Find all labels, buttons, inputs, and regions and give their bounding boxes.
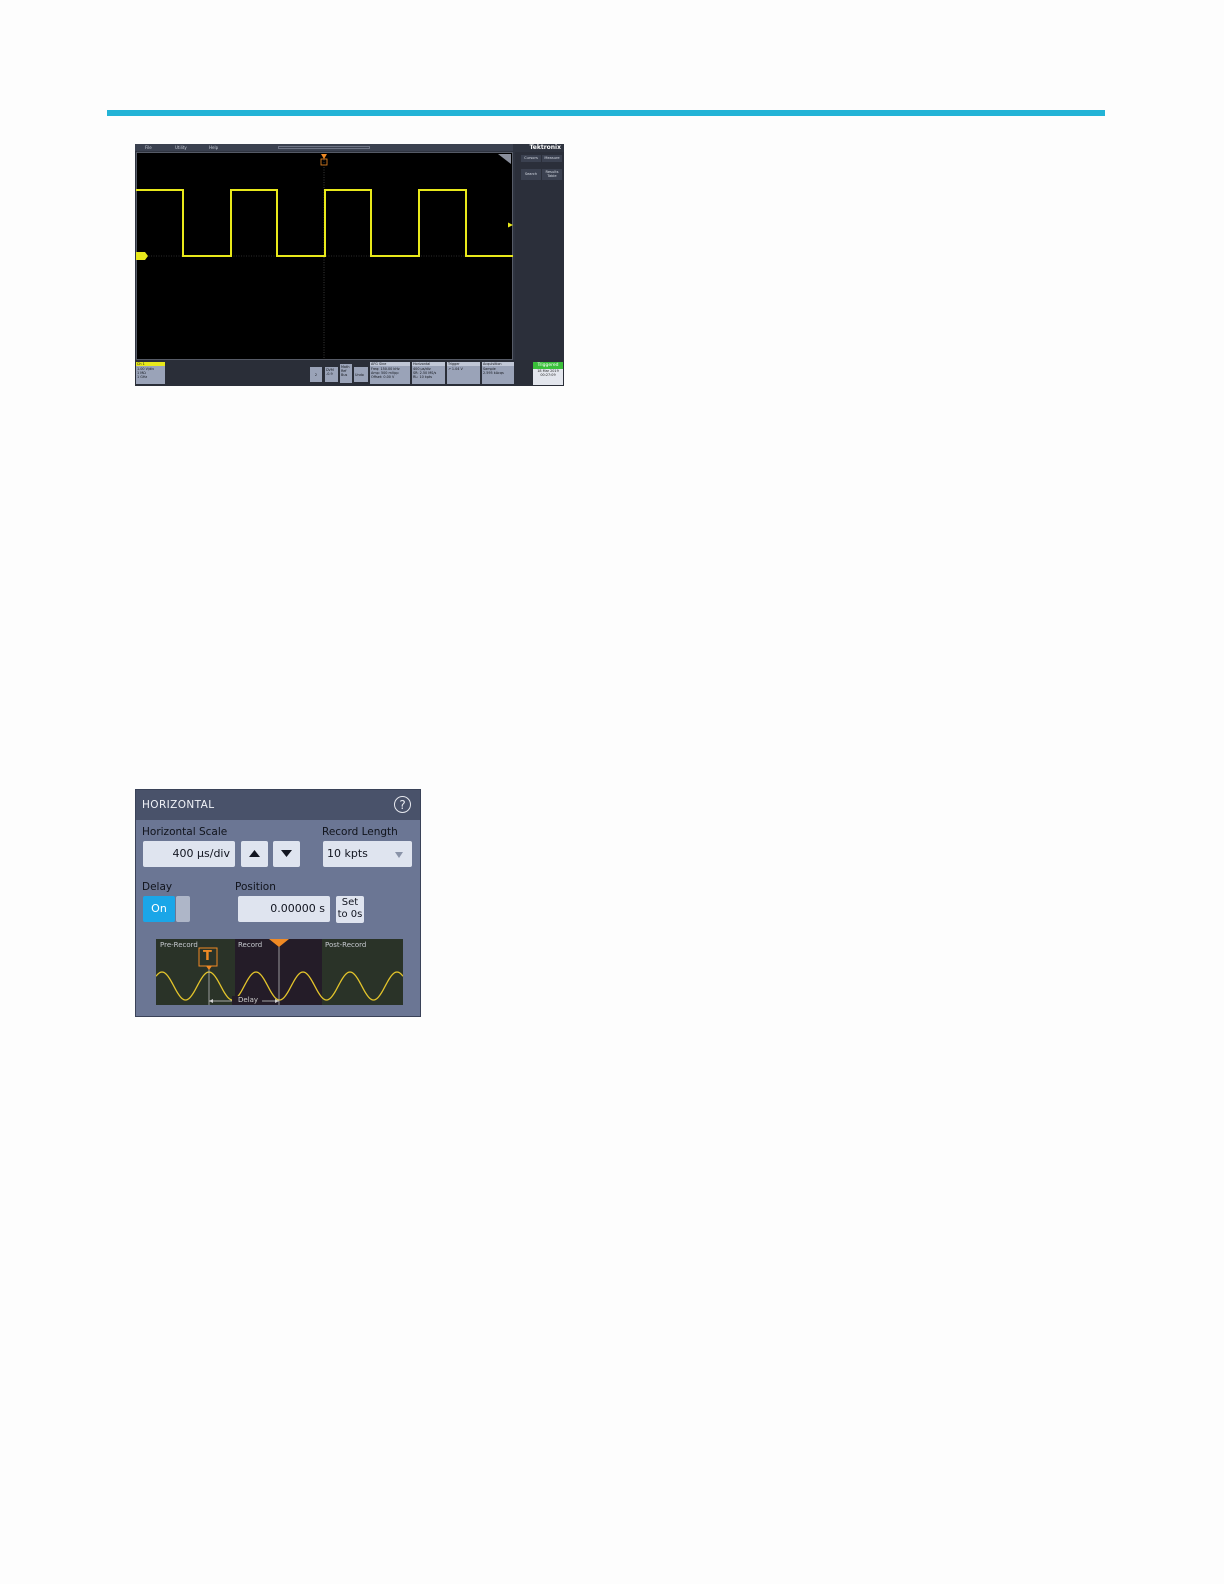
math-ref-bus-button[interactable]: Math Ref Bus — [340, 364, 352, 383]
help-icon[interactable]: ? — [394, 796, 411, 813]
waveform-graticule[interactable] — [136, 152, 513, 360]
horizontal-scale-label: Horizontal Scale — [142, 826, 228, 838]
pre-record-label: Pre-Record — [160, 941, 198, 949]
post-record-label: Post-Record — [325, 941, 367, 949]
delay-toggle-on[interactable]: On — [143, 896, 175, 922]
trigger-status-badge[interactable]: Triggered 18 Mar 2019 00:27:09 — [533, 362, 563, 385]
scale-up-button[interactable] — [241, 841, 268, 867]
menu-file[interactable]: File — [145, 144, 152, 151]
record-length-value: 10 kpts — [327, 847, 368, 860]
channel1-ground-marker — [136, 252, 145, 260]
horizontal-scale-field[interactable]: 400 µs/div — [143, 841, 235, 867]
dvm-button[interactable]: DVM -0.9 — [325, 367, 338, 382]
menu-slot — [278, 146, 370, 149]
trigger-level-icon — [508, 222, 513, 228]
delay-toggle-knob[interactable] — [176, 896, 190, 922]
position-label: Position — [235, 881, 276, 893]
scale-down-button[interactable] — [273, 841, 300, 867]
record-length-label: Record Length — [322, 826, 398, 838]
channel1-badge[interactable]: Ch 1 1.00 V/div 1 MΩ 1 GHz — [136, 362, 165, 384]
trigger-badge[interactable]: Trigger ↗ 1.04 V — [447, 362, 480, 384]
results-table-button[interactable]: Results Table — [542, 169, 562, 180]
trigger-t-marker: T — [203, 949, 212, 964]
trigger-position-icon — [321, 154, 327, 159]
record-label: Record — [238, 941, 263, 949]
channel1-trace — [136, 189, 513, 257]
search-button[interactable]: Search — [521, 169, 541, 180]
horizontal-badge[interactable]: Horizontal 400 µs/div SR: 2.50 MS/s RL: … — [412, 362, 445, 384]
waveform-svg — [136, 152, 513, 360]
oscilloscope-screen: File Utility Help Tektronix Cursors Meas… — [135, 144, 564, 386]
position-field[interactable]: 0.00000 s — [238, 896, 330, 922]
measure-button[interactable]: Measure — [542, 155, 562, 162]
delay-arrow-label: Delay — [238, 996, 259, 1004]
triangle-down-icon — [281, 850, 292, 857]
add-channel-button[interactable]: 2 — [310, 367, 322, 382]
cursors-button[interactable]: Cursors — [521, 155, 541, 162]
dropdown-icon — [395, 852, 403, 858]
set-to-zero-button[interactable]: Set to 0s — [336, 896, 364, 923]
header-rule — [107, 110, 1105, 116]
record-diagram: Pre-Record Record Post-Record T Delay — [155, 939, 404, 1006]
horizontal-panel: HORIZONTAL ? Horizontal Scale 400 µs/div… — [135, 789, 421, 1017]
triangle-up-icon — [249, 850, 260, 857]
undo-button[interactable]: Undo — [354, 367, 368, 382]
menu-bar: File Utility Help — [135, 144, 513, 151]
zoom-corner-icon — [498, 154, 511, 164]
right-panel — [515, 152, 564, 360]
brand-logo: Tektronix — [529, 144, 561, 151]
delay-label: Delay — [142, 881, 173, 893]
acquisition-badge[interactable]: Acquisition Sample 2.595 kAcqs — [482, 362, 514, 384]
record-length-select[interactable]: 10 kpts — [323, 841, 412, 867]
panel-title: HORIZONTAL — [142, 799, 215, 811]
afg-badge[interactable]: AFG Sine Freq: 150.00 kHz Amp: 500 mVpp … — [370, 362, 410, 384]
panel-title-bar: HORIZONTAL ? — [136, 790, 420, 820]
menu-help[interactable]: Help — [209, 144, 218, 151]
menu-utility[interactable]: Utility — [175, 144, 187, 151]
